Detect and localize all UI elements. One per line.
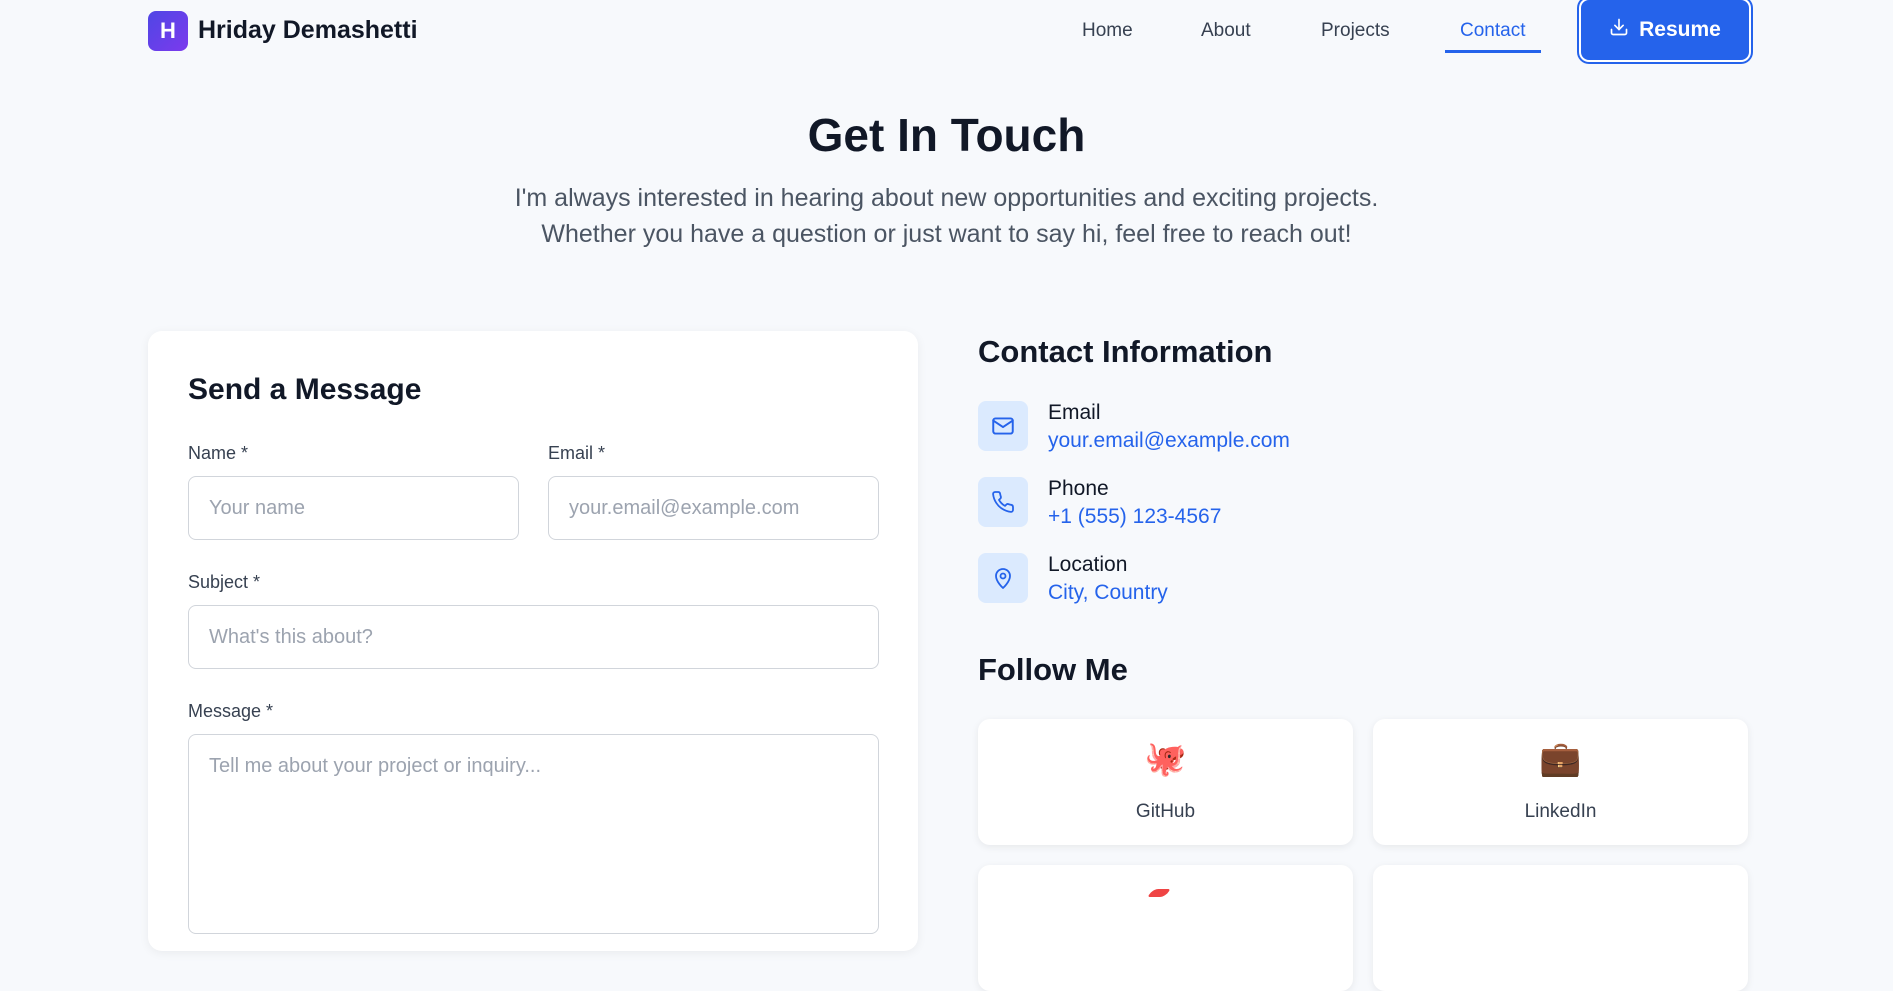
briefcase-icon: 💼 bbox=[1539, 740, 1582, 778]
social-label-linkedin: LinkedIn bbox=[1524, 801, 1597, 822]
form-title: Send a Message bbox=[188, 373, 422, 406]
location-info-label: Location bbox=[1048, 553, 1128, 576]
social-card-linkedin[interactable]: 💼 LinkedIn bbox=[1373, 719, 1748, 845]
nav-home[interactable]: Home bbox=[1082, 20, 1133, 42]
email-info-value[interactable]: your.email@example.com bbox=[1048, 429, 1290, 453]
phone-icon bbox=[978, 477, 1028, 527]
download-icon bbox=[1609, 17, 1629, 43]
resume-download-button[interactable]: Resume bbox=[1581, 0, 1749, 60]
follow-title: Follow Me bbox=[978, 652, 1128, 687]
nav-contact[interactable]: Contact bbox=[1460, 20, 1525, 42]
nav-projects[interactable]: Projects bbox=[1321, 20, 1390, 42]
email-input[interactable] bbox=[548, 476, 879, 540]
octopus-icon: 🐙 bbox=[1144, 740, 1187, 778]
social-card-github[interactable]: 🐙 GitHub bbox=[978, 719, 1353, 845]
name-label: Name * bbox=[188, 443, 249, 463]
subject-input[interactable] bbox=[188, 605, 879, 669]
email-label: Email * bbox=[548, 443, 606, 463]
location-info-value: City, Country bbox=[1048, 581, 1168, 604]
brand-name[interactable]: Hriday Demashetti bbox=[198, 16, 418, 45]
social-card[interactable] bbox=[1373, 865, 1748, 991]
social-label-github: GitHub bbox=[1135, 801, 1196, 822]
message-label: Message * bbox=[188, 701, 274, 721]
phone-info-value[interactable]: +1 (555) 123-4567 bbox=[1048, 505, 1221, 529]
site-header: H Hriday Demashetti Home About Projects … bbox=[0, 0, 1893, 64]
social-card[interactable] bbox=[978, 865, 1353, 991]
map-pin-icon bbox=[978, 553, 1028, 603]
phone-info-label: Phone bbox=[1048, 477, 1109, 500]
logo-badge[interactable]: H bbox=[148, 11, 188, 51]
mail-icon bbox=[978, 401, 1028, 451]
subtitle-line-1: I'm always interested in hearing about n… bbox=[514, 184, 1379, 212]
email-info-label: Email bbox=[1048, 401, 1101, 424]
name-input[interactable] bbox=[188, 476, 519, 540]
page-subtitle: I'm always interested in hearing about n… bbox=[0, 180, 1893, 252]
nav-about[interactable]: About bbox=[1201, 20, 1251, 42]
message-textarea[interactable] bbox=[188, 734, 879, 934]
resume-label: Resume bbox=[1639, 18, 1721, 41]
subtitle-line-2: Whether you have a question or just want… bbox=[541, 220, 1352, 248]
contact-form-card: Send a Message Name * Email * Subject * … bbox=[148, 331, 918, 951]
active-nav-indicator bbox=[1445, 50, 1541, 53]
page-title: Get In Touch bbox=[807, 109, 1086, 161]
subject-label: Subject * bbox=[188, 572, 261, 592]
contact-info-title: Contact Information bbox=[978, 334, 1273, 369]
